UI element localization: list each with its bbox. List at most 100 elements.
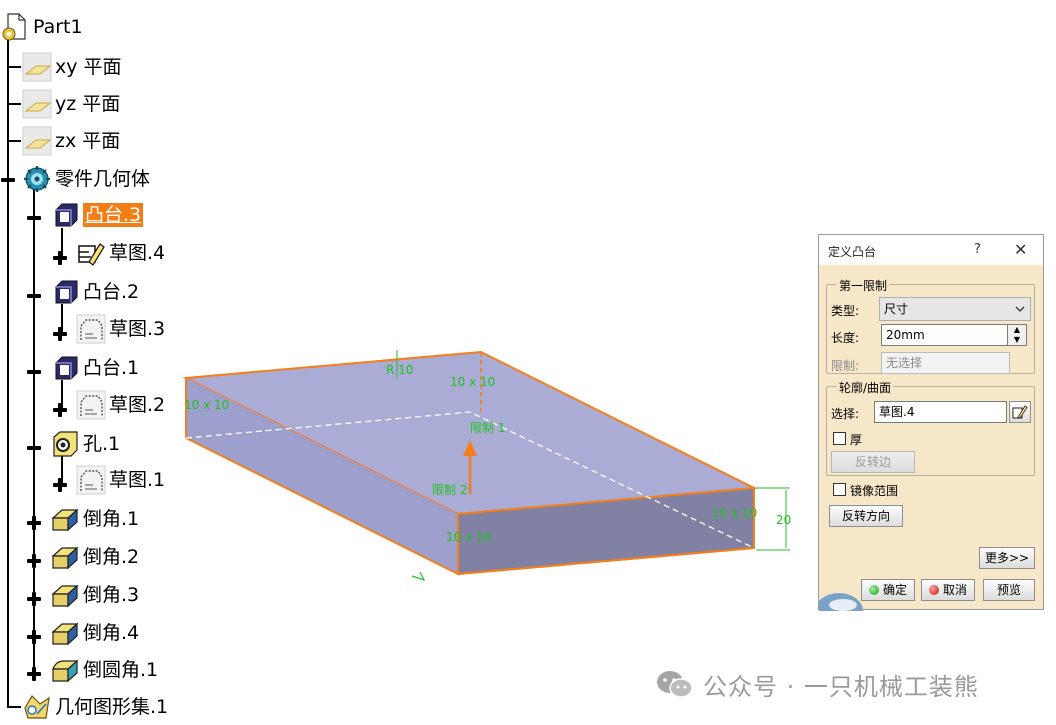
plane-icon	[22, 89, 52, 119]
expand-toggle-chamfer2[interactable]	[26, 553, 42, 569]
tree-item-sketch2[interactable]: 草图.2	[76, 390, 165, 420]
hole-icon	[53, 431, 78, 457]
tree-branch-line	[7, 103, 21, 105]
tree-item-part-body[interactable]: 零件几何体	[22, 164, 150, 194]
thick-checkbox[interactable]	[833, 432, 846, 445]
tree-item-sketch3[interactable]: 草图.3	[76, 314, 165, 344]
type-dropdown[interactable]: 尺寸	[879, 297, 1031, 321]
reverse-direction-button[interactable]: 反转方向	[829, 505, 903, 527]
tree-item-yz-plane[interactable]: yz 平面	[22, 89, 120, 119]
length-spinner[interactable]: ▲ ▼	[1007, 324, 1027, 346]
tree-item-sketch1[interactable]: 草图.1	[76, 465, 165, 495]
expand-toggle-sketch3[interactable]	[52, 326, 68, 342]
geometrical-set-icon	[24, 695, 50, 719]
tree-branch-line	[7, 140, 21, 142]
expand-toggle-chamfer4[interactable]	[26, 629, 42, 645]
right-dimension-annotation: 10 x 10	[712, 506, 757, 520]
tree-item-pad2[interactable]: 凸台.2	[50, 277, 139, 307]
watermark-text: 公众号 · 一只机械工装熊	[703, 672, 979, 701]
part-document-icon	[2, 13, 26, 41]
ok-button[interactable]: 确定	[861, 579, 915, 601]
tree-item-chamfer1[interactable]: 倒角.1	[50, 504, 139, 534]
plane-icon	[22, 126, 52, 156]
expand-toggle-fillet1[interactable]	[26, 666, 42, 682]
limit1-label[interactable]: 限制 1	[470, 421, 505, 435]
expand-toggle-sketch1[interactable]	[52, 477, 68, 493]
expand-toggle-chamfer3[interactable]	[26, 591, 42, 607]
close-button[interactable]: ✕	[1014, 240, 1027, 259]
preview-button[interactable]: 预览	[983, 579, 1035, 601]
spinner-down-icon[interactable]: ▼	[1008, 335, 1026, 345]
collapse-toggle-body[interactable]	[0, 172, 16, 188]
tree-item-fillet1[interactable]: 倒圆角.1	[50, 655, 158, 685]
pad-icon	[55, 280, 78, 304]
collapse-toggle-hole1[interactable]	[26, 440, 42, 456]
length-input[interactable]: 20mm	[881, 324, 1008, 346]
sketch-icon	[76, 390, 106, 420]
tree-item-geometrical-set[interactable]: 几何图形集.1	[22, 692, 168, 722]
expand-toggle-sketch2[interactable]	[52, 402, 68, 418]
front-dimension-annotation: 10 x 10	[446, 530, 491, 544]
sketch-icon	[76, 465, 106, 495]
dialog-title-bar[interactable]: 定义凸台 ? ✕	[819, 235, 1043, 265]
tree-root-node[interactable]: Part1	[0, 12, 83, 42]
tree-item-pad3[interactable]: 凸台.3	[50, 200, 144, 230]
top-dimension-annotation: 10 x 10	[450, 375, 495, 389]
tree-item-chamfer2[interactable]: 倒角.2	[50, 542, 139, 572]
help-button[interactable]: ?	[974, 242, 981, 257]
select-label: 选择:	[831, 407, 860, 421]
more-button[interactable]: 更多>>	[979, 547, 1035, 569]
sketch-edit-icon	[1012, 405, 1028, 419]
spinner-up-icon[interactable]: ▲	[1008, 325, 1026, 335]
height-annotation: 20	[776, 513, 791, 527]
mirrored-extent-checkbox[interactable]	[833, 483, 846, 496]
chamfer-icon	[51, 546, 79, 570]
dialog-title: 定义凸台	[828, 245, 877, 259]
expand-toggle-sketch4[interactable]	[52, 250, 68, 266]
axis-marker	[411, 571, 426, 582]
tree-item-pad1[interactable]: 凸台.1	[50, 353, 139, 383]
tree-branch-line	[7, 66, 21, 68]
type-value: 尺寸	[884, 302, 909, 316]
3d-viewport[interactable]: R 10 10 x 10 10 x 10 10 x 10 10 x 10 20 …	[170, 330, 810, 600]
collapse-toggle-pad3[interactable]	[26, 210, 42, 226]
sketch-active-icon	[78, 243, 105, 266]
length-label: 长度:	[831, 331, 860, 345]
reverse-side-button[interactable]: 反转边	[831, 451, 915, 473]
mirrored-extent-label: 镜像范围	[850, 484, 899, 498]
plane-icon	[22, 52, 52, 82]
limit-field[interactable]: 无选择	[881, 352, 1010, 374]
tree-item-hole1[interactable]: 孔.1	[50, 429, 120, 459]
sketch-icon	[76, 314, 106, 344]
selected-feature-label: 凸台.3	[83, 203, 144, 227]
cancel-button[interactable]: 取消	[921, 579, 975, 601]
cancel-icon	[928, 585, 939, 595]
pad-icon	[55, 356, 78, 380]
tree-item-zx-plane[interactable]: zx 平面	[22, 126, 120, 156]
collapse-toggle-pad2[interactable]	[26, 288, 42, 304]
tree-item-chamfer4[interactable]: 倒角.4	[50, 618, 139, 648]
watermark: 公众号 · 一只机械工装熊	[655, 666, 979, 702]
pad-icon	[55, 203, 78, 227]
chamfer-icon	[51, 584, 79, 608]
left-dimension-annotation: 10 x 10	[184, 398, 229, 412]
wechat-icon	[657, 671, 693, 698]
ok-icon	[868, 585, 879, 595]
tree-item-chamfer3[interactable]: 倒角.3	[50, 580, 139, 610]
fillet-icon	[52, 659, 79, 683]
limit-label: 限制:	[831, 359, 860, 373]
collapse-toggle-pad1[interactable]	[26, 364, 42, 380]
expand-toggle-chamfer1[interactable]	[26, 515, 42, 531]
part-body-icon	[24, 166, 50, 192]
chevron-down-icon	[1015, 306, 1025, 312]
profile-selection-field[interactable]: 草图.4	[874, 401, 1007, 423]
sketch-edit-button[interactable]	[1009, 401, 1031, 423]
tree-root-label: Part1	[33, 16, 83, 38]
dialog-corner-decoration	[819, 593, 863, 611]
tree-item-sketch4[interactable]: 草图.4	[76, 238, 165, 268]
chamfer-icon	[51, 622, 79, 646]
limit2-label[interactable]: 限制 2	[432, 483, 467, 497]
chamfer-icon	[51, 508, 79, 532]
tree-item-xy-plane[interactable]: xy 平面	[22, 52, 122, 82]
thick-label: 厚	[850, 433, 863, 447]
